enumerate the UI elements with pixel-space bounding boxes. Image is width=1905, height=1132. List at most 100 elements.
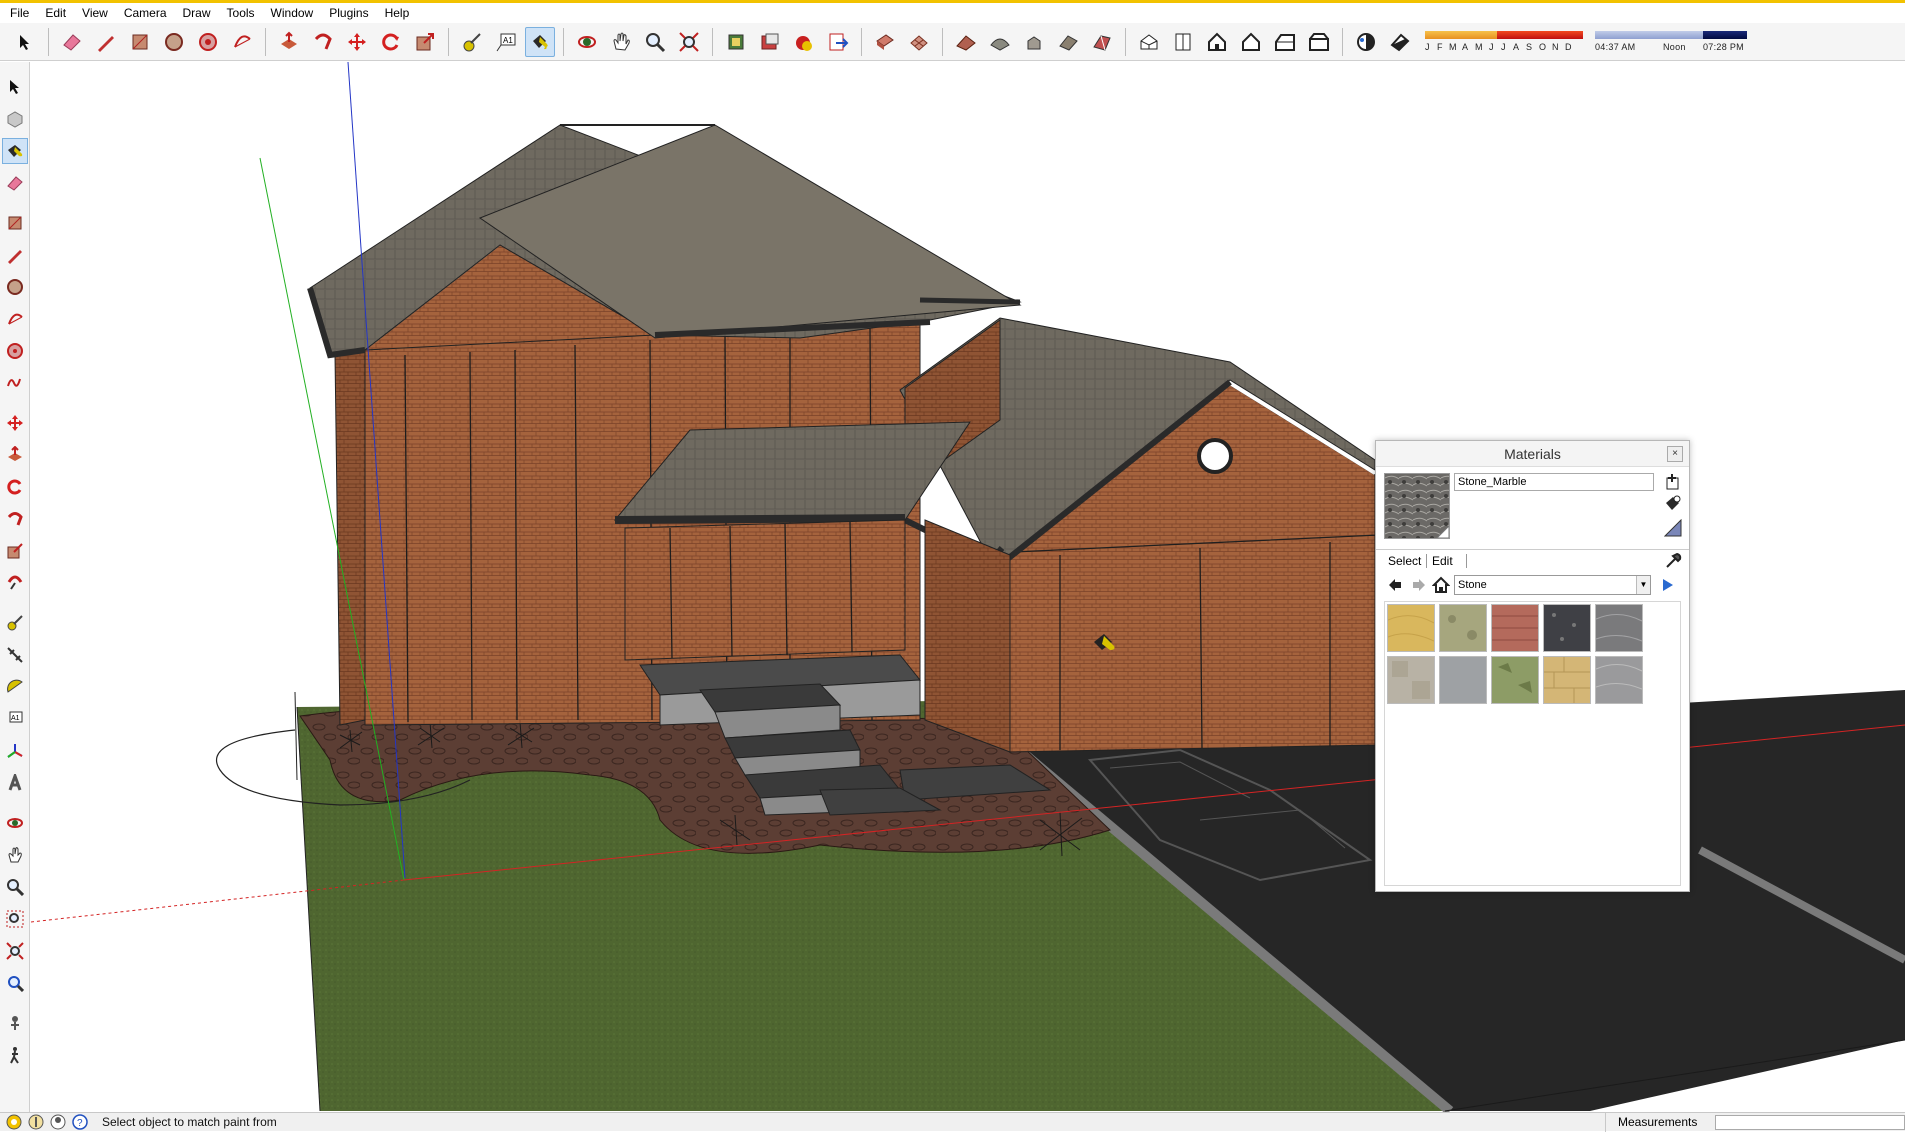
home-icon[interactable]	[1431, 576, 1451, 594]
orbit-icon[interactable]	[572, 27, 602, 57]
freehand-icon[interactable]	[2, 370, 28, 396]
stamp-icon[interactable]	[1019, 27, 1049, 57]
help-icon[interactable]: ?	[72, 1114, 88, 1130]
push-pull-icon[interactable]	[2, 442, 28, 468]
circle-icon[interactable]	[159, 27, 189, 57]
material-swatch[interactable]	[1387, 604, 1435, 652]
axes-icon[interactable]	[2, 738, 28, 764]
rotate-icon[interactable]	[376, 27, 406, 57]
text-icon[interactable]: A1	[491, 27, 521, 57]
push-pull-icon[interactable]	[274, 27, 304, 57]
3d-text-icon[interactable]	[2, 770, 28, 796]
zoom-extents-icon[interactable]	[674, 27, 704, 57]
pan-icon[interactable]	[2, 842, 28, 868]
material-preview[interactable]	[1384, 473, 1450, 539]
scale-icon[interactable]	[2, 538, 28, 564]
select-icon[interactable]	[10, 27, 40, 57]
material-swatch[interactable]	[1387, 656, 1435, 704]
dimension-icon[interactable]	[2, 642, 28, 668]
top-view-icon[interactable]	[1168, 27, 1198, 57]
paint-bucket-icon[interactable]	[525, 26, 555, 57]
tab-edit[interactable]: Edit	[1428, 554, 1457, 568]
zoom-icon[interactable]	[640, 27, 670, 57]
tab-select[interactable]: Select	[1384, 554, 1425, 568]
credits-icon[interactable]	[28, 1114, 44, 1130]
material-swatch[interactable]	[1439, 656, 1487, 704]
material-swatch[interactable]	[1439, 604, 1487, 652]
3d-warehouse-icon[interactable]	[721, 27, 751, 57]
from-contours-icon[interactable]	[951, 27, 981, 57]
tape-measure-icon[interactable]	[457, 27, 487, 57]
protractor-icon[interactable]	[2, 674, 28, 700]
eraser-icon[interactable]	[2, 170, 28, 196]
paint-default-icon[interactable]	[1664, 495, 1682, 513]
rectangle-icon[interactable]	[125, 27, 155, 57]
material-swatch[interactable]	[1543, 656, 1591, 704]
orbit-icon[interactable]	[2, 810, 28, 836]
fog-icon[interactable]	[1385, 27, 1415, 57]
menu-draw[interactable]: Draw	[175, 3, 219, 23]
polygon-icon[interactable]	[193, 27, 223, 57]
menu-plugins[interactable]: Plugins	[321, 3, 376, 23]
move-icon[interactable]	[342, 27, 372, 57]
follow-me-icon[interactable]	[308, 27, 338, 57]
text-icon[interactable]: A1	[2, 706, 28, 732]
forward-arrow-icon[interactable]	[1410, 576, 1428, 594]
flip-edge-icon[interactable]	[1087, 27, 1117, 57]
menu-window[interactable]: Window	[263, 3, 322, 23]
shadows-icon[interactable]	[1351, 27, 1381, 57]
display-secondary-icon[interactable]	[1663, 518, 1682, 537]
rectangle-icon[interactable]	[2, 210, 28, 236]
material-swatch[interactable]	[1595, 656, 1643, 704]
circle-icon[interactable]	[2, 274, 28, 300]
smoove-icon[interactable]	[985, 27, 1015, 57]
pencil-icon[interactable]	[2, 242, 28, 268]
sandbox-icon[interactable]	[904, 27, 934, 57]
pan-icon[interactable]	[606, 27, 636, 57]
material-swatch[interactable]	[1595, 604, 1643, 652]
back-arrow-icon[interactable]	[1386, 576, 1404, 594]
section-icon[interactable]	[870, 27, 900, 57]
material-swatch[interactable]	[1491, 656, 1539, 704]
polygon-icon[interactable]	[2, 338, 28, 364]
position-camera-icon[interactable]	[2, 1010, 28, 1036]
paint-bucket-icon[interactable]	[1, 138, 28, 164]
iso-view-icon[interactable]	[1134, 27, 1164, 57]
offset-icon[interactable]	[2, 570, 28, 596]
time-slider[interactable]: 04:37 AM Noon 07:28 PM	[1595, 31, 1747, 52]
menu-help[interactable]: Help	[377, 3, 418, 23]
month-slider[interactable]: J F M A M J J A S O N D	[1425, 31, 1583, 52]
zoom-window-icon[interactable]	[2, 906, 28, 932]
measurements-input[interactable]	[1715, 1115, 1905, 1130]
arc-icon[interactable]	[227, 27, 257, 57]
geo-location-icon[interactable]	[6, 1114, 22, 1130]
material-swatch[interactable]	[1543, 604, 1591, 652]
component-icon[interactable]	[755, 27, 785, 57]
zoom-extents-icon[interactable]	[2, 938, 28, 964]
user-icon[interactable]	[50, 1114, 66, 1130]
menu-file[interactable]: File	[2, 3, 37, 23]
create-material-icon[interactable]	[1664, 473, 1682, 491]
menu-camera[interactable]: Camera	[116, 3, 175, 23]
arc-icon[interactable]	[2, 306, 28, 332]
move-icon[interactable]	[2, 410, 28, 436]
material-name-field[interactable]: Stone_Marble	[1454, 473, 1654, 491]
pencil-icon[interactable]	[91, 27, 121, 57]
left-view-icon[interactable]	[1304, 27, 1334, 57]
previous-view-icon[interactable]	[2, 970, 28, 996]
share-icon[interactable]	[789, 27, 819, 57]
front-view-icon[interactable]	[1202, 27, 1232, 57]
follow-me-icon[interactable]	[2, 506, 28, 532]
menu-tools[interactable]: Tools	[219, 3, 263, 23]
select-icon[interactable]	[2, 74, 28, 100]
menu-view[interactable]: View	[74, 3, 116, 23]
scale-icon[interactable]	[410, 27, 440, 57]
details-arrow-icon[interactable]	[1659, 576, 1677, 594]
send-to-layout-icon[interactable]	[823, 27, 853, 57]
back-view-icon[interactable]	[1270, 27, 1300, 57]
zoom-icon[interactable]	[2, 874, 28, 900]
menu-edit[interactable]: Edit	[37, 3, 74, 23]
close-icon[interactable]: ×	[1667, 446, 1683, 462]
eraser-icon[interactable]	[57, 27, 87, 57]
library-dropdown[interactable]: Stone ▼	[1454, 575, 1651, 595]
